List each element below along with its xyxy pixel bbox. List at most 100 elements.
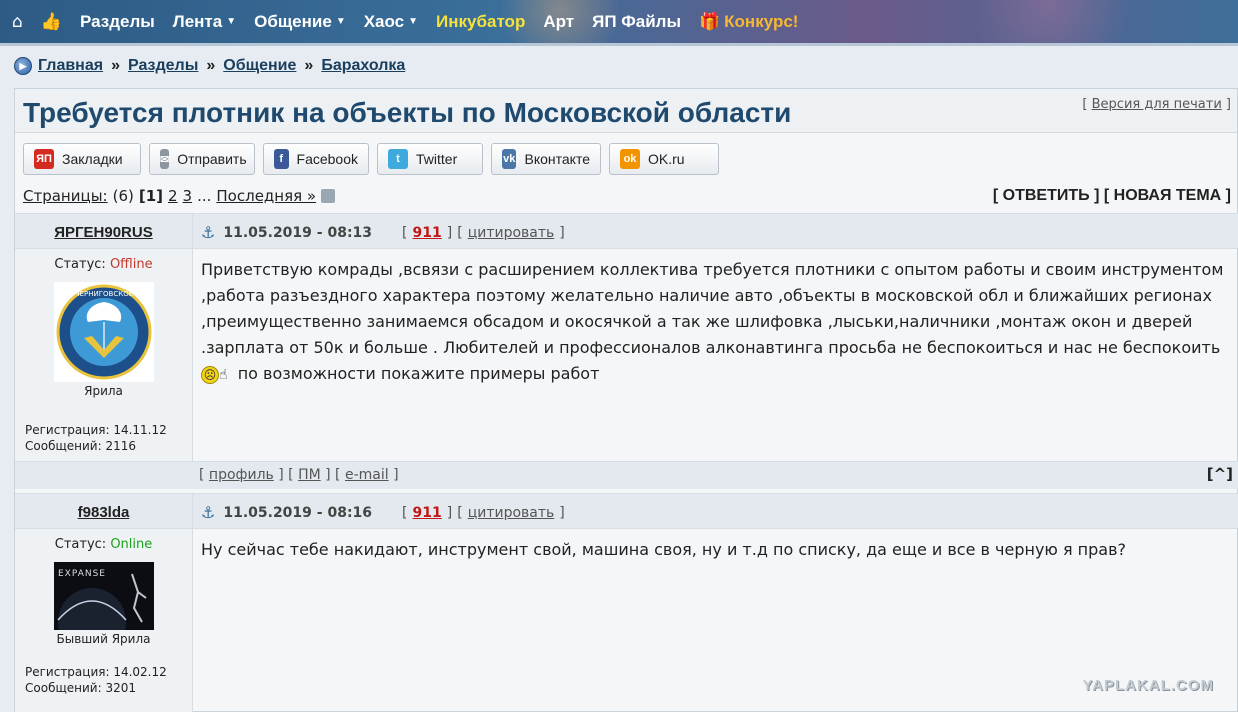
- breadcrumb-separator: »: [304, 57, 314, 74]
- post-text-tail: по возможности покажите примеры работ: [237, 364, 600, 383]
- share-button-4[interactable]: vk Вконтакте: [491, 143, 601, 175]
- smiley-icon: ☹: [201, 365, 219, 384]
- scroll-top-button[interactable]: [^]: [1207, 465, 1233, 483]
- post-number[interactable]: 911: [413, 225, 442, 241]
- pagination-row: Страницы: (6) [1] 2 3 ... Последняя » [ …: [23, 187, 1231, 207]
- post-date: 11.05.2019 - 08:16: [223, 504, 373, 521]
- post-body: Приветствую комрады ,всвязи с расширение…: [201, 249, 1231, 388]
- page-3-link[interactable]: 3: [183, 187, 193, 205]
- current-page: [1]: [138, 187, 163, 205]
- breadcrumb-sections[interactable]: Разделы: [128, 57, 198, 75]
- author-sidebar: Статус: Online EXPANSE Бывший Ярила Реги…: [15, 529, 193, 712]
- status-online: Online: [110, 537, 153, 552]
- breadcrumb-fleamarket[interactable]: Барахолка: [321, 57, 405, 75]
- last-page-link[interactable]: Последняя »: [216, 187, 316, 205]
- home-icon[interactable]: ⌂: [12, 12, 23, 32]
- nav-item-7[interactable]: 🎁 Конкурс!: [699, 12, 798, 32]
- nav-item-2[interactable]: Общение ▼: [254, 12, 346, 32]
- topic-panel: Требуется плотник на объекты по Московск…: [14, 88, 1238, 712]
- post-header: ЯРГЕН90RUS ⚓ 11.05.2019 - 08:13 [911] [ц…: [15, 213, 1238, 250]
- new-topic-button[interactable]: [ НОВАЯ ТЕМА ]: [1104, 187, 1231, 204]
- post-footer: [ профиль ] [ ПМ ] [ e-mail ] [^]: [15, 461, 1238, 489]
- post-text: Ну сейчас тебе накидают, инструмент свой…: [201, 540, 1127, 559]
- post-author[interactable]: ЯРГЕН90RUS: [15, 214, 193, 250]
- dropdown-icon[interactable]: [321, 189, 336, 203]
- vk-icon: vk: [502, 149, 517, 169]
- page-2-link[interactable]: 2: [168, 187, 178, 205]
- title-row: Требуется плотник на объекты по Московск…: [15, 89, 1237, 133]
- nav-item-label: Общение: [254, 11, 332, 31]
- reply-button[interactable]: [ ОТВЕТИТЬ ]: [993, 187, 1100, 204]
- nav-item-3[interactable]: Хаос ▼: [364, 12, 418, 32]
- message-count: Сообщений: 2116: [25, 439, 136, 453]
- nav-item-label: Лента: [172, 11, 223, 31]
- share-button-1[interactable]: ✉ Отправить: [149, 143, 255, 175]
- thumbs-up-icon[interactable]: 👍: [41, 12, 62, 32]
- mail-icon: ✉: [160, 149, 170, 169]
- nav-item-label: ЯП Файлы: [592, 11, 681, 31]
- nav-item-label: Инкубатор: [436, 11, 526, 31]
- author-rank: Бывший Ярила: [56, 632, 151, 646]
- site-watermark: YAPLAKAL.COM: [1082, 677, 1214, 694]
- share-button-3[interactable]: t Twitter: [377, 143, 483, 175]
- author-rank: Ярила: [84, 384, 123, 398]
- chevron-down-icon: ▼: [408, 16, 419, 27]
- breadcrumb-communication[interactable]: Общение: [223, 57, 296, 75]
- author-status: Статус: Offline: [54, 257, 153, 272]
- registration-date: Регистрация: 14.02.12: [25, 665, 167, 679]
- nav-item-1[interactable]: Лента ▼: [173, 12, 236, 32]
- breadcrumb: ▶ Главная » Разделы » Общение » Барахолк…: [14, 55, 405, 77]
- breadcrumb-play-icon: ▶: [14, 57, 32, 75]
- post-author[interactable]: f983lda: [15, 494, 193, 530]
- breadcrumb-separator: »: [111, 57, 120, 74]
- breadcrumb-home[interactable]: Главная: [38, 57, 103, 75]
- chevron-down-icon: ▼: [335, 16, 346, 27]
- svg-text:ЧЕРНИГОВСКОЕ: ЧЕРНИГОВСКОЕ: [74, 290, 132, 298]
- nav-menu: Разделы Лента ▼ Общение ▼ Хаос ▼ Инкубатор Арт ЯП…: [80, 12, 816, 32]
- author-sidebar: Статус: Offline ЧЕРНИГОВСКОЕ Ярила Регис…: [15, 249, 193, 465]
- print-version-link[interactable]: Версия для печати: [1092, 97, 1222, 112]
- nav-item-0[interactable]: Разделы: [80, 12, 155, 32]
- avatar[interactable]: EXPANSE: [53, 562, 154, 630]
- ok-icon: ok: [620, 149, 640, 169]
- avatar[interactable]: ЧЕРНИГОВСКОЕ: [53, 282, 154, 382]
- registration-date: Регистрация: 14.11.12: [25, 423, 167, 437]
- chevron-down-icon: ▼: [226, 16, 237, 27]
- profile-link[interactable]: профиль: [209, 467, 274, 483]
- pages-label[interactable]: Страницы:: [23, 187, 108, 205]
- pointing-hand-icon: ☝: [219, 367, 228, 383]
- post-text: Приветствую комрады ,всвязи с расширение…: [201, 260, 1224, 357]
- nav-item-6[interactable]: ЯП Файлы: [592, 12, 681, 32]
- author-stats: Регистрация: 14.02.12 Сообщений: 3201: [25, 664, 192, 696]
- quote-link[interactable]: цитировать: [468, 225, 555, 241]
- post: f983lda ⚓ 11.05.2019 - 08:16 [911] [цити…: [15, 493, 1238, 712]
- post-number[interactable]: 911: [413, 505, 442, 521]
- share-button-5[interactable]: ok OK.ru: [609, 143, 719, 175]
- breadcrumb-separator: »: [206, 57, 216, 74]
- nav-item-4[interactable]: Инкубатор: [436, 12, 525, 32]
- share-button-0[interactable]: ЯП Закладки: [23, 143, 141, 175]
- nav-item-label: Разделы: [79, 11, 155, 31]
- svg-text:EXPANSE: EXPANSE: [58, 569, 106, 579]
- message-count: Сообщений: 3201: [25, 681, 136, 695]
- anchor-icon[interactable]: ⚓: [201, 223, 215, 242]
- pm-link[interactable]: ПМ: [298, 467, 321, 483]
- share-label: OK.ru: [648, 151, 685, 167]
- gift-icon: 🎁: [699, 11, 721, 31]
- yap-icon: ЯП: [34, 149, 54, 169]
- share-label: Facebook: [296, 151, 358, 167]
- share-button-2[interactable]: f Facebook: [263, 143, 369, 175]
- post-body: Ну сейчас тебе накидают, инструмент свой…: [201, 529, 1231, 563]
- facebook-icon: f: [274, 149, 289, 169]
- post-date: 11.05.2019 - 08:13: [223, 224, 373, 241]
- email-link[interactable]: e-mail: [345, 467, 389, 483]
- post-header: f983lda ⚓ 11.05.2019 - 08:16 [911] [цити…: [15, 493, 1238, 530]
- author-stats: Регистрация: 14.11.12 Сообщений: 2116: [25, 422, 192, 454]
- anchor-icon[interactable]: ⚓: [201, 503, 215, 522]
- author-status: Статус: Online: [54, 537, 153, 552]
- nav-item-5[interactable]: Арт: [543, 12, 574, 32]
- page-title: Требуется плотник на объекты по Московск…: [23, 97, 792, 128]
- twitter-icon: t: [388, 149, 408, 169]
- quote-link[interactable]: цитировать: [468, 505, 555, 521]
- share-label: Отправить: [177, 151, 247, 167]
